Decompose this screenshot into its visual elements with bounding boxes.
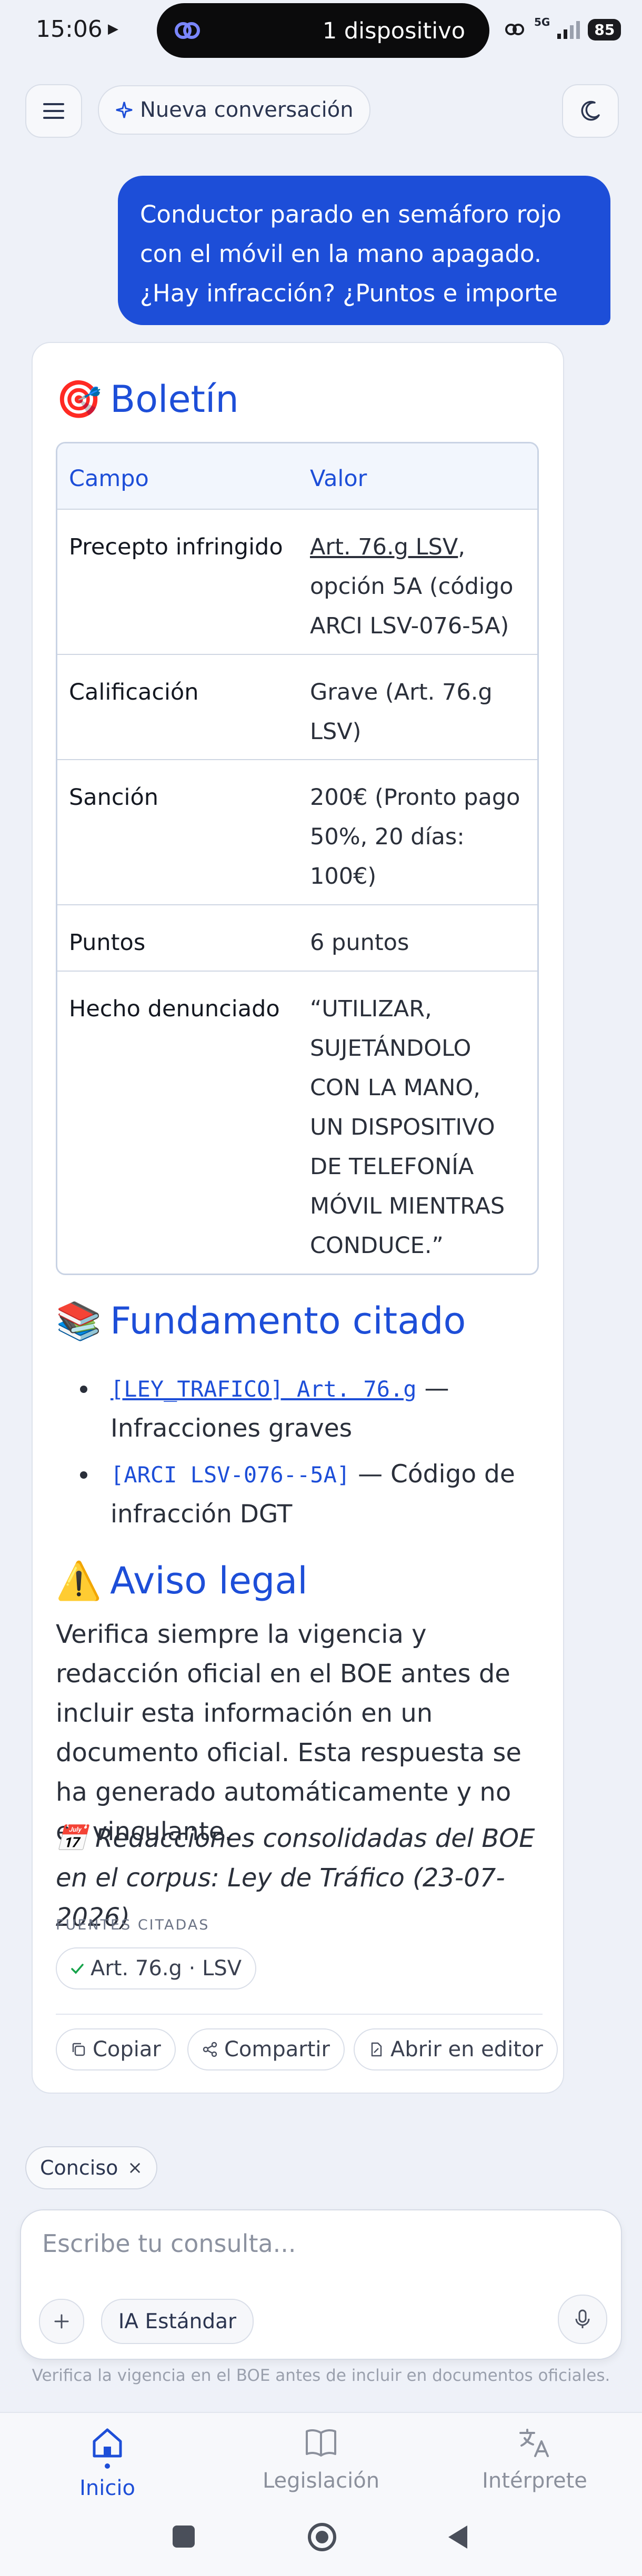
- table-row: Sanción 200€ (Pronto pago 50%, 20 días: …: [57, 759, 537, 904]
- media-playing-icon: ▶: [108, 21, 118, 37]
- disclaimer-footer: Verifica la vigencia en el BOE antes de …: [32, 2366, 610, 2385]
- model-selector[interactable]: IA Estándar: [101, 2299, 254, 2344]
- link-status-icon: [505, 24, 524, 35]
- close-icon[interactable]: ×: [127, 2157, 143, 2178]
- nav-item-legislacion[interactable]: Legislación: [242, 2427, 400, 2493]
- home-system-button[interactable]: [307, 2522, 337, 2554]
- source-chip-label: Art. 76.g · LSV: [91, 1956, 242, 1981]
- source-chip[interactable]: Art. 76.g · LSV: [56, 1947, 257, 1989]
- list-item: [ARCI LSV-076--5A] — Código de infracció…: [56, 1454, 540, 1534]
- value-cell: Art. 76.g LSV, opción 5A (código ARCI LS…: [310, 534, 514, 639]
- table-row: Precepto infringido Art. 76.g LSV, opció…: [57, 509, 537, 654]
- warning-icon: ⚠️: [56, 1559, 102, 1602]
- share-icon: [203, 2042, 217, 2057]
- reference-link[interactable]: [LEY_TRAFICO] Art. 76.g: [111, 1376, 417, 1402]
- field-cell: Hecho denunciado: [69, 996, 280, 1022]
- field-cell: Sanción: [69, 784, 159, 811]
- open-in-editor-button[interactable]: Abrir en editor: [354, 2028, 558, 2070]
- response-mode-label: Conciso: [40, 2156, 118, 2179]
- battery-indicator: 85: [588, 18, 621, 41]
- sparkle-icon: [116, 102, 133, 118]
- article-link[interactable]: Art. 76.g LSV: [310, 534, 458, 560]
- network-label: 5G: [534, 16, 550, 28]
- bulletin-table: Campo Valor Precepto infringido Art. 76.…: [56, 442, 539, 1275]
- table-header-row: Campo Valor: [57, 443, 537, 509]
- recents-button[interactable]: [172, 2524, 196, 2551]
- moon-icon: [581, 100, 600, 121]
- bulletin-title: Boletín: [110, 378, 239, 421]
- island-text: 1 dispositivo: [322, 18, 465, 44]
- column-header-campo: Campo: [69, 466, 149, 492]
- value-cell: “UTILIZAR, SUJETÁNDOLO CON LA MANO, UN D…: [310, 996, 505, 1259]
- response-mode-chip[interactable]: Conciso ×: [25, 2146, 157, 2189]
- signal-icon: [557, 21, 580, 39]
- new-chat-label: Nueva conversación: [140, 98, 354, 122]
- column-header-valor: Valor: [310, 466, 367, 492]
- attach-button[interactable]: [39, 2299, 84, 2344]
- circle-icon: [308, 2523, 336, 2551]
- copy-icon: [72, 2043, 85, 2056]
- back-button[interactable]: [446, 2524, 469, 2552]
- aviso-title: Aviso legal: [110, 1559, 308, 1602]
- status-icons: 5G 85: [503, 14, 621, 45]
- fundamento-title: Fundamento citado: [110, 1299, 466, 1342]
- list-item: [LEY_TRAFICO] Art. 76.g — Infracciones g…: [56, 1369, 540, 1448]
- user-message-bubble: Conductor parado en semáforo rojo con el…: [118, 176, 610, 325]
- square-icon: [173, 2526, 195, 2548]
- translate-icon: [519, 2429, 549, 2457]
- actions-divider: [56, 2014, 543, 2015]
- legal-notice-text: Verifica siempre la vigencia y redacción…: [56, 1620, 521, 1846]
- value-cell: 200€ (Pronto pago 50%, 20 días: 100€): [310, 784, 520, 890]
- table-row: Hecho denunciado “UTILIZAR, SUJETÁNDOLO …: [57, 971, 537, 1274]
- link-icon: [175, 22, 200, 39]
- nav-item-interprete[interactable]: Intérprete: [456, 2427, 614, 2493]
- book-icon: [306, 2429, 336, 2457]
- calendar-icon: 📅: [56, 1824, 87, 1853]
- theme-toggle-button[interactable]: [562, 84, 619, 138]
- status-time: 15:06: [36, 16, 103, 43]
- share-button[interactable]: Compartir: [187, 2028, 345, 2070]
- books-icon: 📚: [56, 1299, 102, 1342]
- field-cell: Puntos: [69, 930, 146, 956]
- field-cell: Precepto infringido: [69, 534, 283, 560]
- model-label: IA Estándar: [118, 2309, 237, 2333]
- target-icon: 🎯: [56, 378, 102, 421]
- status-bar: 15:06 ▶ 1 dispositivo 5G 85: [0, 0, 642, 62]
- message-composer: IA Estándar: [20, 2209, 622, 2360]
- bulletin-heading: 🎯 Boletín: [56, 378, 239, 421]
- table-row: Calificación Grave (Art. 76.g LSV): [57, 654, 537, 759]
- aviso-heading: ⚠️ Aviso legal: [56, 1559, 308, 1603]
- home-icon: [93, 2428, 122, 2458]
- reference-code: [ARCI LSV-076--5A]: [111, 1462, 350, 1488]
- copy-button[interactable]: Copiar: [56, 2028, 176, 2070]
- table-row: Puntos 6 puntos: [57, 904, 537, 971]
- check-icon: [71, 1964, 84, 1974]
- hamburger-icon: [43, 103, 64, 119]
- plus-icon: [54, 2314, 69, 2329]
- back-triangle-icon: [448, 2526, 467, 2549]
- query-input[interactable]: [42, 2229, 516, 2258]
- voice-input-button[interactable]: [558, 2295, 607, 2344]
- value-cell: 6 puntos: [310, 930, 409, 956]
- nav-item-inicio[interactable]: Inicio: [28, 2427, 186, 2500]
- new-chat-button[interactable]: Nueva conversación: [98, 85, 370, 135]
- sources-label: FUENTES CITADAS: [56, 1917, 210, 1933]
- field-cell: Calificación: [69, 679, 199, 705]
- document-edit-icon: [371, 2042, 382, 2057]
- dynamic-island[interactable]: 1 dispositivo: [157, 3, 489, 58]
- menu-button[interactable]: [25, 84, 82, 138]
- references-list: [LEY_TRAFICO] Art. 76.g — Infracciones g…: [56, 1369, 540, 1540]
- bottom-navigation: Inicio Legislación Intérprete: [0, 2412, 642, 2576]
- fundamento-heading: 📚 Fundamento citado: [56, 1299, 466, 1343]
- user-message-text: Conductor parado en semáforo rojo con el…: [140, 200, 561, 307]
- active-indicator: [105, 2463, 110, 2469]
- assistant-answer-card: 🎯 Boletín Campo Valor Precepto infringido…: [32, 342, 564, 2094]
- corpus-note-text: Redacciones consolidadas del BOE en el c…: [56, 1824, 535, 1932]
- value-cell: Grave (Art. 76.g LSV): [310, 679, 493, 745]
- microphone-icon: [575, 2309, 590, 2328]
